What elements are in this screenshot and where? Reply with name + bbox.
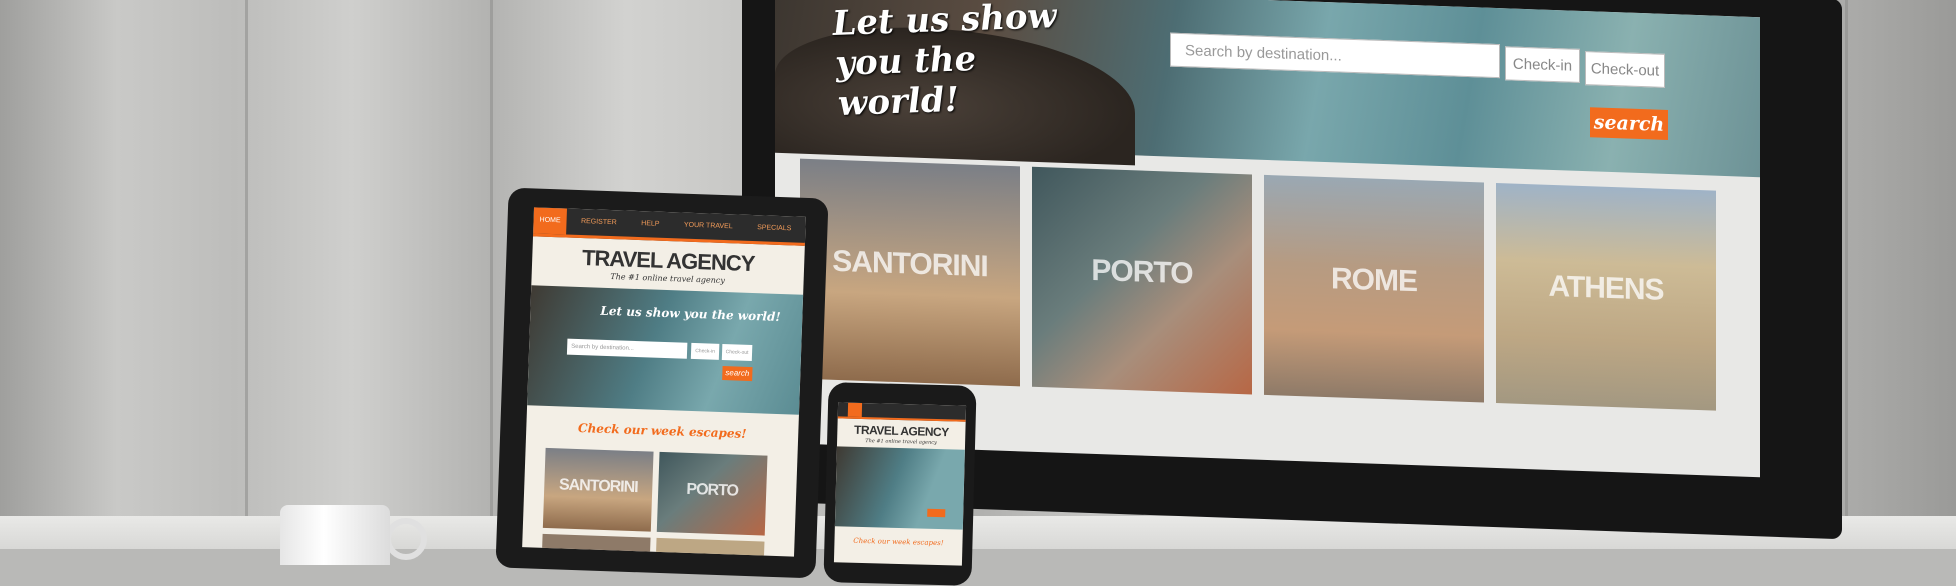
hero-tagline: Let us show you the world! xyxy=(831,0,1058,124)
tablet-checkout-field[interactable]: Check-out xyxy=(721,344,753,362)
nav-item-home[interactable]: HOME xyxy=(533,207,567,235)
checkout-field[interactable]: Check-out xyxy=(1585,51,1665,88)
nav-item-your-travel[interactable]: YOUR TRAVEL xyxy=(683,213,733,241)
destination-tile-rome[interactable]: ROME xyxy=(1264,174,1484,403)
destination-label: SANTORINI xyxy=(558,476,638,497)
tablet-search-button[interactable]: search xyxy=(722,366,753,382)
phone-escapes-heading: Check our week escapes! xyxy=(853,536,944,548)
destination-label: ATHENS xyxy=(1548,269,1664,307)
tablet-tile-santorini[interactable]: SANTORINI xyxy=(542,447,654,532)
phone-search-button[interactable] xyxy=(927,508,946,518)
search-button[interactable]: search xyxy=(1590,107,1668,140)
destination-tile-santorini[interactable]: SANTORINI xyxy=(800,158,1020,387)
nav-item-register[interactable]: REGISTER xyxy=(581,209,618,236)
destination-label: PORTO xyxy=(686,480,739,500)
nav-item-specials[interactable]: SPECIALS xyxy=(757,215,792,242)
plank-seam xyxy=(245,0,248,549)
mug-handle xyxy=(385,518,427,560)
hero-banner: Let us show you the world! Search by des… xyxy=(775,0,1760,178)
nav-item-help[interactable]: HELP xyxy=(641,211,660,238)
phone-screen: TRAVEL AGENCY The #1 online travel agenc… xyxy=(833,402,967,566)
phone-nav-home[interactable] xyxy=(847,402,863,417)
plank-seam xyxy=(1845,0,1848,549)
plank-seam xyxy=(490,0,493,549)
tablet-checkin-field[interactable]: Check-in xyxy=(690,342,720,360)
tablet-tile-porto[interactable]: PORTO xyxy=(656,451,768,536)
destination-label: ROME xyxy=(1331,262,1417,299)
destination-tile-porto[interactable]: PORTO xyxy=(1032,166,1252,395)
destination-label: PORTO xyxy=(1091,253,1193,291)
checkin-field[interactable]: Check-in xyxy=(1505,46,1580,83)
phone-hero-image xyxy=(834,446,965,530)
destination-tiles: SANTORINI PORTO ROME ATHENS xyxy=(800,158,1740,412)
escapes-heading: Check our week escapes! xyxy=(577,421,747,441)
phone-nav xyxy=(837,402,967,422)
search-input[interactable]: Search by destination... xyxy=(1170,32,1500,79)
tablet-screen: HOME REGISTER HELP YOUR TRAVEL SPECIALS … xyxy=(522,207,806,557)
destination-label: SANTORINI xyxy=(832,244,988,284)
destination-tile-athens[interactable]: ATHENS xyxy=(1496,182,1716,411)
coffee-mug xyxy=(280,505,390,565)
